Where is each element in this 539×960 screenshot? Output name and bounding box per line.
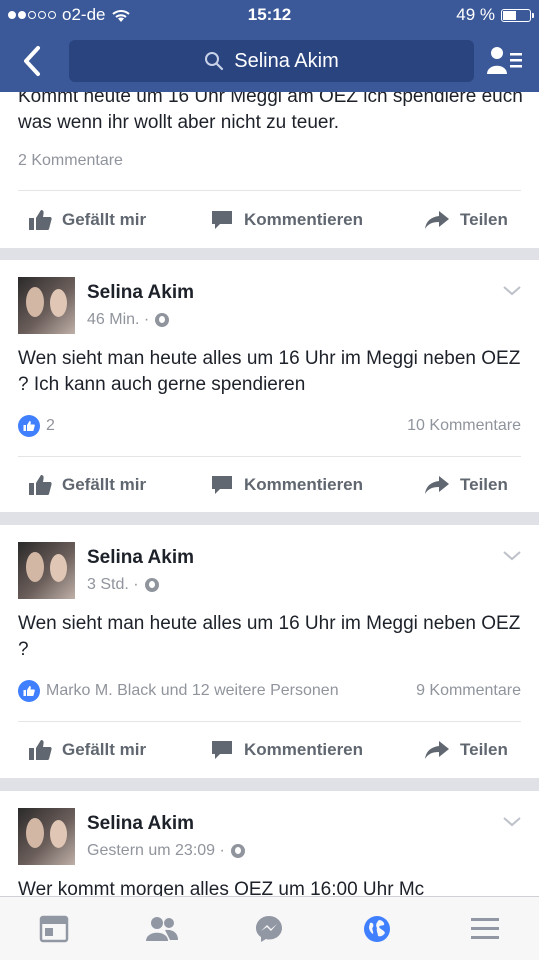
like-count[interactable]: 2	[46, 417, 55, 435]
thumbs-up-icon	[29, 210, 52, 230]
tab-bar	[0, 896, 539, 960]
tab-messenger[interactable]	[249, 909, 289, 949]
share-button[interactable]: Teilen	[424, 200, 508, 240]
share-icon	[425, 211, 449, 229]
post-time[interactable]: 46 Min. ·	[87, 311, 149, 329]
avatar[interactable]	[18, 277, 75, 334]
friend-requests-icon[interactable]	[485, 44, 525, 78]
divider	[18, 721, 521, 722]
like-summary[interactable]: Marko M. Black und 12 weitere Personen	[46, 682, 339, 700]
divider	[18, 456, 521, 457]
screen: o2-de 15:12 49 % Selina Akim Kommt heute…	[0, 0, 539, 960]
tab-notifications[interactable]	[357, 909, 397, 949]
comment-count[interactable]: 10 Kommentare	[407, 417, 521, 435]
battery-icon	[501, 8, 534, 22]
battery-percent: 49 %	[456, 5, 495, 24]
avatar[interactable]	[18, 542, 75, 599]
post-text: Wen sieht man heute alles um 16 Uhr im M…	[18, 348, 521, 395]
comment-icon	[212, 476, 232, 494]
comment-count[interactable]: 2 Kommentare	[18, 152, 123, 170]
comment-icon	[212, 741, 232, 759]
menu-icon	[471, 917, 500, 939]
top-bar: o2-de 15:12 49 % Selina Akim	[0, 0, 539, 92]
post-card: Selina Akim 3 Std. · Wen sieht man heute…	[0, 525, 539, 778]
tab-news-feed[interactable]	[34, 909, 74, 949]
like-button[interactable]: Gefällt mir	[28, 730, 146, 770]
globe-notifications-icon	[364, 915, 391, 942]
friends-icon	[145, 916, 178, 941]
share-icon	[425, 741, 449, 759]
back-icon[interactable]	[18, 44, 48, 78]
like-button[interactable]: Gefällt mir	[28, 465, 146, 505]
post-time[interactable]: 3 Std. ·	[87, 576, 139, 594]
chevron-down-icon[interactable]	[503, 817, 521, 827]
search-text: Selina Akim	[234, 49, 339, 72]
tab-friends[interactable]	[142, 909, 182, 949]
author-name[interactable]: Selina Akim	[87, 282, 194, 304]
search-icon	[205, 52, 224, 71]
globe-icon	[155, 313, 170, 327]
share-button[interactable]: Teilen	[424, 465, 508, 505]
author-name[interactable]: Selina Akim	[87, 813, 194, 835]
avatar[interactable]	[18, 808, 75, 865]
like-reaction-icon	[18, 680, 40, 702]
thumbs-up-icon	[29, 475, 52, 495]
chevron-down-icon[interactable]	[503, 551, 521, 561]
globe-icon	[144, 578, 159, 592]
comment-button[interactable]: Kommentieren	[210, 730, 363, 770]
share-icon	[425, 476, 449, 494]
comment-button[interactable]: Kommentieren	[210, 200, 363, 240]
like-button[interactable]: Gefällt mir	[28, 200, 146, 240]
post-time[interactable]: Gestern um 23:09 ·	[87, 842, 225, 860]
globe-icon	[230, 844, 245, 858]
search-field[interactable]: Selina Akim	[69, 40, 474, 82]
comment-icon	[212, 211, 232, 229]
divider	[18, 190, 521, 191]
status-bar: o2-de 15:12 49 %	[0, 0, 539, 30]
tab-menu[interactable]	[465, 909, 505, 949]
share-button[interactable]: Teilen	[424, 730, 508, 770]
messenger-icon	[256, 915, 283, 942]
like-reaction-icon	[18, 415, 40, 437]
chevron-down-icon[interactable]	[503, 286, 521, 296]
thumbs-up-icon	[29, 740, 52, 760]
news-feed-icon	[39, 915, 69, 942]
post-text: Wen sieht man heute alles um 16 Uhr im M…	[18, 613, 521, 660]
comment-count[interactable]: 9 Kommentare	[416, 682, 521, 700]
post-card: Selina Akim 46 Min. · Wen sieht man heut…	[0, 260, 539, 512]
author-name[interactable]: Selina Akim	[87, 547, 194, 569]
post-card: Kommt heute um 16 Uhr Meggi am OEZ ich s…	[0, 70, 539, 248]
comment-button[interactable]: Kommentieren	[210, 465, 363, 505]
